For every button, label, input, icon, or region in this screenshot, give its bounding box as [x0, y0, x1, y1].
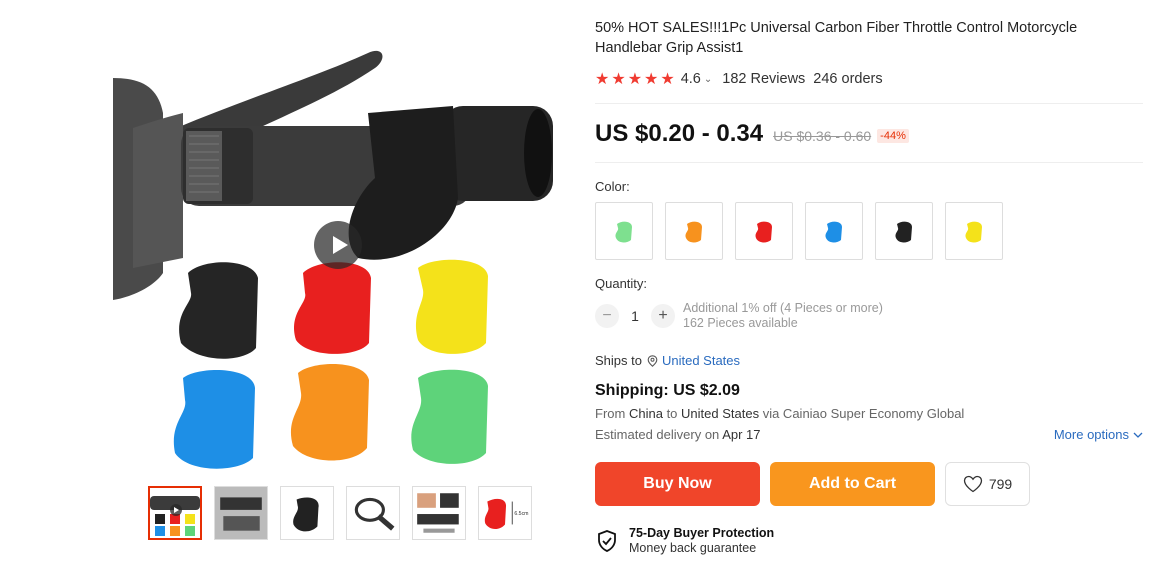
delivery-label: Estimated delivery on [595, 427, 720, 442]
thumbnail-caption: 6.5cm [514, 511, 528, 517]
star-icon: ★ [611, 71, 626, 88]
thumbnail-image [293, 497, 319, 532]
ships-to-label: Ships to [595, 353, 642, 368]
destination-country: United States [681, 406, 760, 421]
origin-country: China [628, 406, 663, 421]
color-label: Color: [595, 179, 630, 194]
discount-badge: -44% [877, 129, 909, 143]
reviews-link[interactable]: 182 Reviews [722, 71, 805, 87]
thumbnail-1[interactable] [148, 486, 202, 540]
buy-now-button[interactable]: Buy Now [595, 462, 760, 506]
play-video-button[interactable] [314, 221, 362, 269]
swatch-image [685, 221, 702, 243]
swatch-image [965, 221, 982, 243]
estimated-delivery: Estimated delivery on Apr 17 [595, 427, 761, 442]
wishlist-count: 799 [988, 476, 1013, 492]
color-option-yellow[interactable] [945, 202, 1003, 260]
color-option-orange[interactable] [665, 202, 723, 260]
location-pin-icon [647, 354, 658, 367]
swatch-image [825, 221, 842, 243]
star-icon: ★ [644, 71, 659, 88]
star-icon: ★ [595, 71, 610, 88]
chevron-down-icon[interactable]: ⌄ [704, 74, 712, 85]
current-price: US $0.20 - 0.34 [595, 120, 764, 147]
from-label: From [595, 406, 626, 421]
heart-icon [963, 475, 982, 493]
product-info: 50% HOT SALES!!!1Pc Universal Carbon Fib… [595, 18, 1143, 556]
shield-check-icon [598, 530, 616, 552]
thumbnail-image [417, 493, 459, 533]
buyer-protection: 75-Day Buyer Protection Money back guara… [595, 526, 1143, 556]
thumbnail-5[interactable] [412, 486, 466, 540]
thumbnail-strip: 6.5cm [148, 486, 532, 540]
swatch-image [755, 221, 772, 243]
divider [595, 162, 1143, 163]
thumbnail-3[interactable] [280, 486, 334, 540]
color-option-black[interactable] [875, 202, 933, 260]
more-options-label: More options [1053, 427, 1129, 442]
thumbnail-6[interactable]: 6.5cm [478, 486, 532, 540]
quantity-increase-button[interactable]: + [651, 304, 675, 328]
chevron-down-icon [1133, 432, 1143, 438]
thumbnail-2[interactable] [214, 486, 268, 540]
swatch-image [895, 221, 912, 243]
main-product-image[interactable] [113, 18, 563, 473]
swatch-image [615, 221, 632, 243]
star-icon: ★ [660, 71, 675, 88]
color-option-blue[interactable] [805, 202, 863, 260]
wishlist-button[interactable]: 799 [945, 462, 1030, 506]
shipping-route: From China to United States via Cainiao … [595, 406, 1143, 421]
delivery-row: Estimated delivery on Apr 17 More option… [595, 427, 1143, 442]
product-title: 50% HOT SALES!!!1Pc Universal Carbon Fib… [595, 20, 1078, 56]
to-label: to [666, 406, 678, 421]
pieces-available: 162 Pieces available [683, 316, 798, 330]
quantity-label: Quantity: [595, 276, 648, 291]
rating-stars: ★ ★ ★ ★ ★ [595, 69, 675, 89]
quantity-input[interactable] [619, 308, 651, 324]
color-option-green[interactable] [595, 202, 653, 260]
shipping-cost: Shipping: US $2.09 [595, 382, 740, 399]
play-icon [333, 236, 348, 254]
protection-subtitle: Money back guarantee [629, 541, 757, 555]
shipping-method: via Cainiao Super Economy Global [762, 406, 965, 421]
quantity-info: Additional 1% off (4 Pieces or more) 162… [683, 301, 883, 331]
original-price: US $0.36 - 0.60 [773, 128, 872, 144]
bulk-discount-note: Additional 1% off (4 Pieces or more) [683, 301, 883, 315]
rating-row: ★ ★ ★ ★ ★ 4.6 ⌄ 182 Reviews 246 orders [595, 68, 1143, 90]
color-option-red[interactable] [735, 202, 793, 260]
price-row: US $0.20 - 0.34 US $0.36 - 0.60 -44% [595, 104, 1143, 162]
add-to-cart-button[interactable]: Add to Cart [770, 462, 935, 506]
ship-country-selector[interactable]: United States [662, 353, 740, 368]
thumbnail-image [354, 497, 395, 531]
rating-value[interactable]: 4.6 [681, 71, 701, 87]
orders-count: 246 orders [813, 71, 883, 87]
thumbnail-image [150, 496, 200, 536]
protection-title: 75-Day Buyer Protection [629, 526, 775, 540]
quantity-stepper: − + Additional 1% off (4 Pieces or more)… [595, 301, 1143, 331]
purchase-actions: Buy Now Add to Cart 799 [595, 462, 1143, 506]
quantity-decrease-button[interactable]: − [595, 304, 619, 328]
protection-text: 75-Day Buyer Protection Money back guara… [629, 526, 774, 556]
thumbnail-image [215, 487, 267, 539]
color-swatches [595, 202, 1143, 260]
ships-to-row: Ships to United States [595, 353, 1143, 368]
more-shipping-options-link[interactable]: More options [1054, 427, 1143, 442]
thumbnail-4[interactable] [346, 486, 400, 540]
star-icon: ★ [627, 71, 643, 88]
thumbnail-image: 6.5cm [484, 498, 529, 529]
delivery-date: Apr 17 [722, 427, 761, 442]
